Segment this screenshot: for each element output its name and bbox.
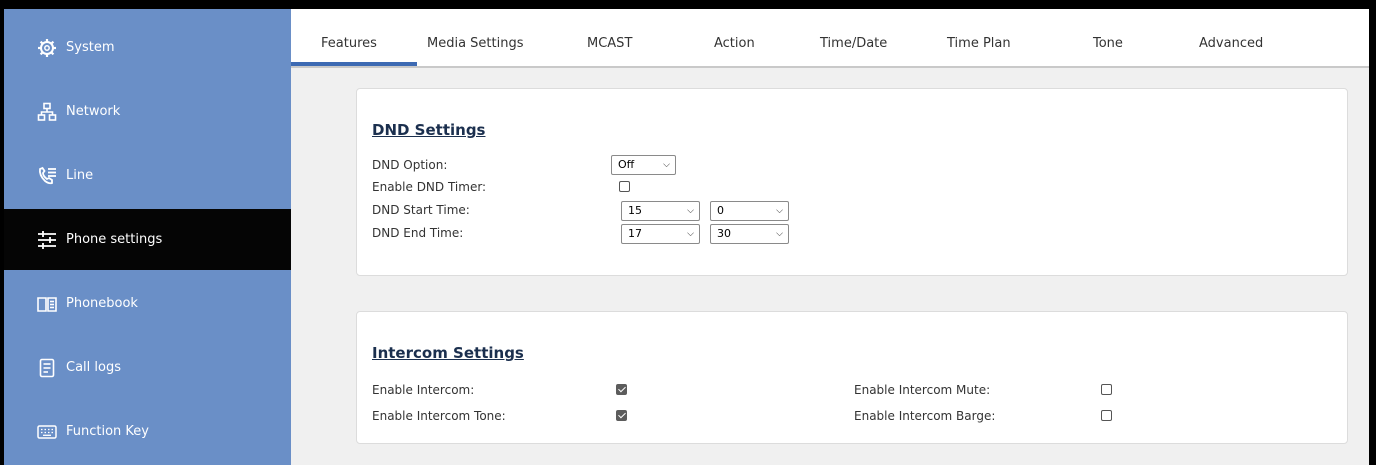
dnd-timer-checkbox[interactable] [619, 181, 630, 192]
tab-time-plan[interactable]: Time Plan [947, 36, 1011, 51]
document-icon [36, 357, 58, 379]
dnd-end-hour-value: 17 [628, 227, 642, 240]
sidebar-item-label: Phone settings [66, 232, 163, 247]
chevron-down-icon: ⌵ [687, 229, 694, 239]
sidebar-item-system[interactable]: System [4, 17, 291, 78]
sidebar-item-call-logs[interactable]: Call logs [4, 337, 291, 398]
intercom-enable-checkbox[interactable] [616, 384, 627, 395]
dnd-end-minute-value: 30 [717, 227, 731, 240]
intercom-section-title: Intercom Settings [372, 344, 524, 362]
intercom-mute-checkbox[interactable] [1101, 384, 1112, 395]
sidebar-item-label: Network [66, 104, 121, 119]
intercom-barge-checkbox[interactable] [1101, 410, 1112, 421]
sidebar-item-label: System [66, 40, 115, 55]
chevron-down-icon: ⌵ [776, 229, 783, 239]
phone-line-icon [36, 165, 58, 187]
gear-icon [36, 37, 58, 59]
active-tab-indicator [291, 62, 417, 66]
tab-time-date[interactable]: Time/Date [820, 36, 887, 51]
intercom-enable-label: Enable Intercom: [372, 383, 475, 397]
tab-mcast[interactable]: MCAST [587, 36, 632, 51]
sidebar-item-line[interactable]: Line [4, 145, 291, 206]
dnd-option-label: DND Option: [372, 158, 448, 172]
tab-features[interactable]: Features [321, 36, 377, 51]
sidebar-item-network[interactable]: Network [4, 81, 291, 142]
dnd-settings-panel: DND Settings DND Option: Off ⌵ Enable DN… [356, 88, 1348, 276]
dnd-section-title: DND Settings [372, 121, 486, 139]
dnd-start-minute-select[interactable]: 0 ⌵ [710, 201, 789, 221]
sidebar-item-label: Phonebook [66, 296, 138, 311]
dnd-start-hour-value: 15 [628, 204, 642, 217]
sidebar-item-function-key[interactable]: Function Key [4, 401, 291, 462]
intercom-tone-label: Enable Intercom Tone: [372, 409, 506, 423]
app-window: System Network Line Phone settings Phone… [4, 9, 1369, 465]
tab-tone[interactable]: Tone [1093, 36, 1123, 51]
dnd-end-label: DND End Time: [372, 226, 464, 240]
dnd-start-label: DND Start Time: [372, 203, 470, 217]
sidebar: System Network Line Phone settings Phone… [4, 9, 291, 465]
tab-advanced[interactable]: Advanced [1199, 36, 1263, 51]
intercom-settings-panel: Intercom Settings Enable Intercom: Enabl… [356, 311, 1348, 444]
tab-bar: Features Media Settings MCAST Action Tim… [291, 9, 1369, 68]
dnd-end-minute-select[interactable]: 30 ⌵ [710, 224, 789, 244]
dnd-option-value: Off [618, 158, 635, 171]
keyboard-icon [36, 421, 58, 443]
dnd-end-hour-select[interactable]: 17 ⌵ [621, 224, 700, 244]
book-icon [36, 293, 58, 315]
chevron-down-icon: ⌵ [687, 206, 694, 216]
tab-action[interactable]: Action [714, 36, 755, 51]
dnd-start-hour-select[interactable]: 15 ⌵ [621, 201, 700, 221]
sidebar-item-label: Function Key [66, 424, 149, 439]
dnd-start-minute-value: 0 [717, 204, 724, 217]
chevron-down-icon: ⌵ [776, 206, 783, 216]
main-content: Features Media Settings MCAST Action Tim… [291, 9, 1369, 465]
chevron-down-icon: ⌵ [663, 160, 670, 170]
tab-media-settings[interactable]: Media Settings [427, 36, 524, 51]
sidebar-item-phonebook[interactable]: Phonebook [4, 273, 291, 334]
network-icon [36, 101, 58, 123]
sidebar-item-label: Call logs [66, 360, 121, 375]
sliders-icon [36, 229, 58, 251]
dnd-timer-label: Enable DND Timer: [372, 180, 487, 194]
sidebar-item-phone-settings[interactable]: Phone settings [4, 209, 291, 270]
sidebar-item-label: Line [66, 168, 94, 183]
intercom-tone-checkbox[interactable] [616, 410, 627, 421]
intercom-mute-label: Enable Intercom Mute: [854, 383, 991, 397]
dnd-option-select[interactable]: Off ⌵ [611, 155, 676, 175]
intercom-barge-label: Enable Intercom Barge: [854, 409, 996, 423]
